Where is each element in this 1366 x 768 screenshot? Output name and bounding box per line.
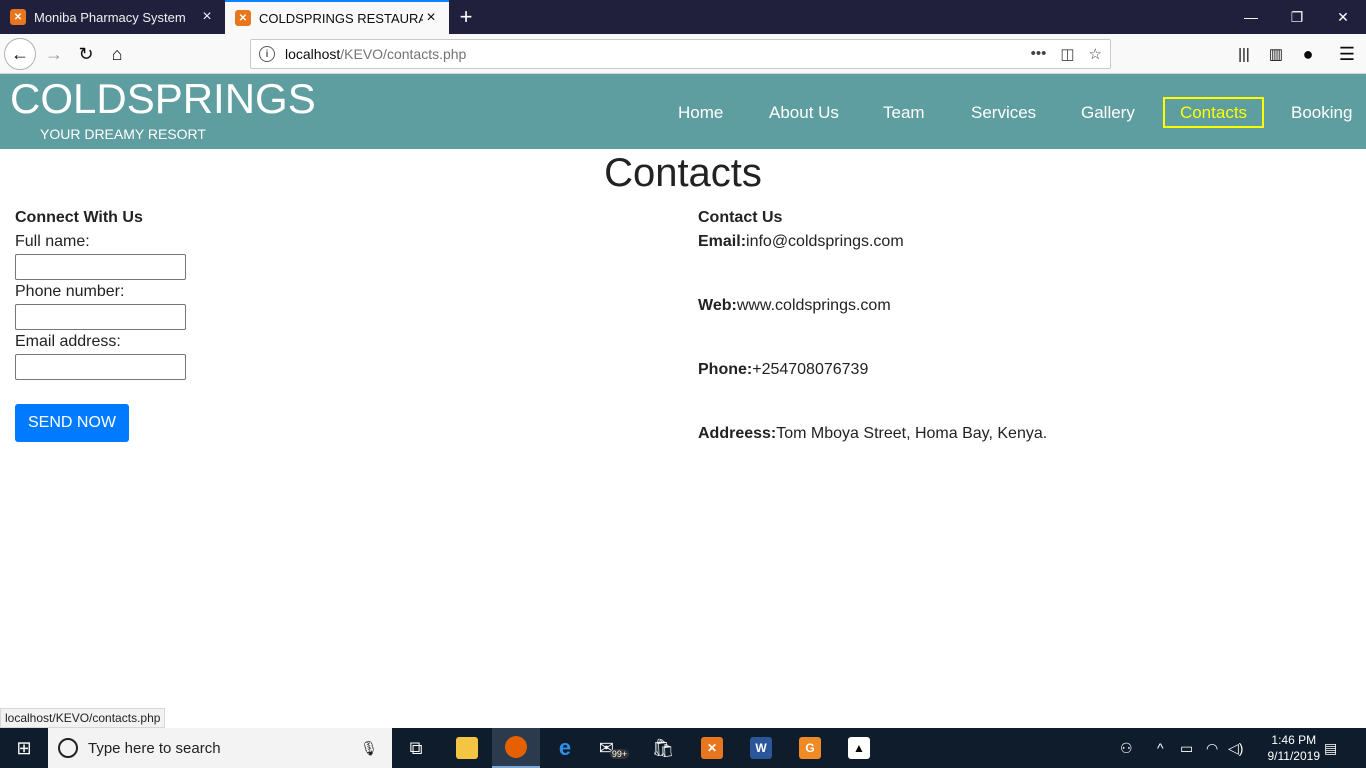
show-hidden-icons[interactable]: ^: [1157, 728, 1164, 768]
phone-label: Phone number:: [15, 283, 125, 300]
url-path: /KEVO/contacts.php: [340, 46, 467, 62]
restore-button[interactable]: ❐: [1274, 0, 1320, 34]
phone-info-value: +254708076739: [752, 361, 869, 378]
nav-booking[interactable]: Booking: [1275, 97, 1366, 128]
browser-tab-strip: ✕ Moniba Pharmacy System × ✕ COLDSPRINGS…: [0, 0, 1366, 34]
xampp-taskbar-icon[interactable]: ✕: [688, 728, 736, 768]
email-info-value: info@coldsprings.com: [746, 233, 904, 250]
taskbar-search[interactable]: Type here to search 🎙: [48, 728, 392, 768]
nav-team[interactable]: Team: [867, 97, 941, 128]
library-icon[interactable]: |||: [1228, 38, 1260, 70]
tab-moniba-pharmacy[interactable]: ✕ Moniba Pharmacy System ×: [0, 0, 225, 34]
people-icon[interactable]: ⚇: [1120, 728, 1133, 768]
full-name-label: Full name:: [15, 233, 90, 250]
email-info-label: Email:: [698, 233, 747, 250]
pdf-app-icon[interactable]: G: [786, 728, 834, 768]
minimize-button[interactable]: —: [1228, 0, 1274, 34]
xampp-icon: ✕: [10, 9, 26, 25]
contact-title: Contact Us: [698, 209, 783, 226]
menu-icon[interactable]: ☰: [1331, 38, 1363, 70]
page-title: Contacts: [604, 151, 762, 195]
address-info: Addreess:Tom Mboya Street, Homa Bay, Ken…: [698, 424, 1338, 488]
browser-toolbar: ← → ↻ ⌂ i localhost/KEVO/contacts.php ••…: [0, 34, 1366, 74]
notifications-icon[interactable]: ▤: [1324, 728, 1337, 768]
store-icon[interactable]: 🛍: [639, 728, 687, 768]
photos-icon[interactable]: ▲: [835, 728, 883, 768]
email-label: Email address:: [15, 333, 121, 350]
clock-time: 1:46 PM: [1271, 733, 1317, 747]
battery-icon[interactable]: ▭: [1180, 728, 1193, 768]
edge-icon[interactable]: e: [541, 728, 589, 768]
system-clock[interactable]: 1:46 PM 9/11/2019: [1268, 732, 1321, 764]
web-info-label: Web:: [698, 297, 737, 314]
phone-info: Phone:+254708076739: [698, 360, 1338, 424]
home-button[interactable]: ⌂: [101, 38, 133, 70]
reload-button[interactable]: ↻: [70, 38, 102, 70]
contact-info: Contact Us Email:info@coldsprings.com We…: [698, 208, 1338, 488]
taskbar: ⊞ Type here to search 🎙 ⧉ e ✉ 99+ 🛍 ✕ W G…: [0, 728, 1366, 768]
cortana-icon[interactable]: [58, 738, 78, 758]
nav-contacts[interactable]: Contacts: [1163, 97, 1264, 128]
pocket-icon[interactable]: ◫: [1060, 45, 1074, 63]
url-bar[interactable]: i localhost/KEVO/contacts.php ••• ◫ ☆: [250, 39, 1111, 69]
email-input[interactable]: [15, 354, 186, 380]
close-icon[interactable]: ×: [423, 9, 439, 26]
bookmark-star-icon[interactable]: ☆: [1089, 45, 1102, 63]
volume-icon[interactable]: ◁): [1228, 728, 1243, 768]
nav-gallery[interactable]: Gallery: [1065, 97, 1151, 128]
close-icon[interactable]: ×: [199, 8, 215, 25]
new-tab-button[interactable]: +: [449, 0, 483, 34]
xampp-icon: ✕: [235, 10, 251, 26]
file-explorer-icon[interactable]: [443, 728, 491, 768]
url-host: localhost: [285, 46, 341, 62]
contact-form: Connect With Us Full name: Phone number:…: [15, 208, 655, 442]
task-view-icon[interactable]: ⧉: [392, 728, 440, 768]
site-tagline: YOUR DREAMY RESORT: [40, 126, 206, 142]
site-header: COLDSPRINGS YOUR DREAMY RESORT Home Abou…: [0, 74, 1366, 149]
send-now-button[interactable]: SEND NOW: [15, 404, 129, 442]
phone-input[interactable]: [15, 304, 186, 330]
microphone-icon[interactable]: 🎙: [360, 740, 378, 757]
web-info: Web:www.coldsprings.com: [698, 296, 1338, 360]
full-name-input[interactable]: [15, 254, 186, 280]
forward-button[interactable]: →: [38, 38, 70, 70]
windows-start-icon[interactable]: ⊞: [0, 728, 48, 768]
email-info: Email:info@coldsprings.com: [698, 232, 1338, 296]
close-window-button[interactable]: ✕: [1320, 0, 1366, 34]
tab-title: Moniba Pharmacy System: [34, 9, 186, 25]
tab-coldsprings[interactable]: ✕ COLDSPRINGS RESTAURANT ×: [225, 0, 449, 34]
firefox-icon[interactable]: [492, 728, 540, 768]
info-icon[interactable]: i: [259, 46, 275, 62]
back-button[interactable]: ←: [4, 38, 36, 70]
clock-date: 9/11/2019: [1267, 749, 1321, 763]
nav-home[interactable]: Home: [662, 97, 739, 128]
page-actions-icon[interactable]: •••: [1031, 45, 1047, 63]
mail-icon[interactable]: ✉ 99+: [590, 728, 638, 768]
wifi-icon[interactable]: ◠: [1206, 728, 1218, 768]
web-info-value: www.coldsprings.com: [736, 297, 891, 314]
mail-badge: 99+: [609, 749, 630, 759]
form-title: Connect With Us: [15, 209, 143, 226]
sidebar-icon[interactable]: ▥: [1260, 38, 1292, 70]
nav-services[interactable]: Services: [955, 97, 1052, 128]
address-info-value: Tom Mboya Street, Homa Bay, Kenya.: [776, 425, 1048, 442]
phone-info-label: Phone:: [698, 361, 753, 378]
word-icon[interactable]: W: [737, 728, 785, 768]
nav-about-us[interactable]: About Us: [753, 97, 855, 128]
status-bar: localhost/KEVO/contacts.php: [0, 708, 166, 728]
site-brand[interactable]: COLDSPRINGS: [10, 76, 316, 122]
address-info-label: Addreess:: [698, 425, 777, 442]
account-icon[interactable]: ●: [1292, 38, 1324, 70]
tab-title: COLDSPRINGS RESTAURANT: [259, 10, 423, 26]
search-placeholder: Type here to search: [88, 739, 221, 757]
